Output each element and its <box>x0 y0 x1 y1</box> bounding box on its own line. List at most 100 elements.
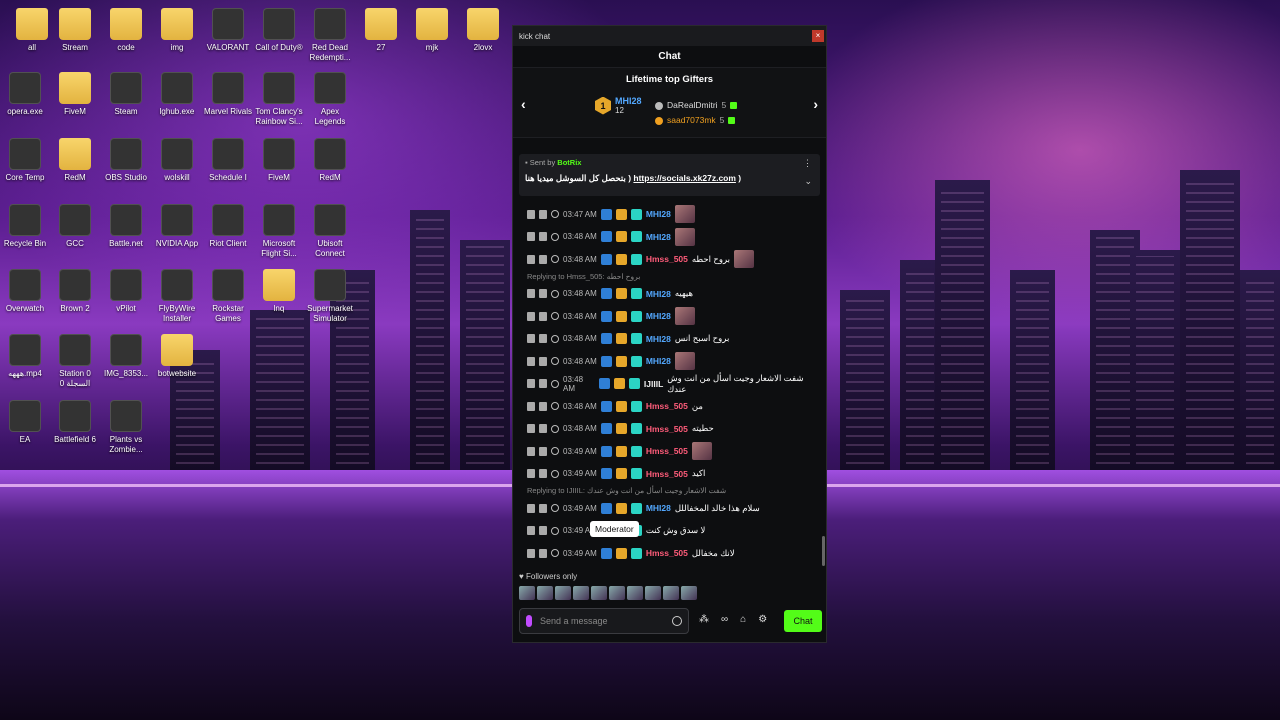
message-username[interactable]: MHI28 <box>646 289 671 299</box>
desktop-icon[interactable]: Tom Clancy's Rainbow Si... <box>254 68 304 127</box>
moderator-badge-icon[interactable] <box>600 423 612 434</box>
trash-icon[interactable] <box>527 356 535 366</box>
message-username[interactable]: MHI28 <box>646 503 671 513</box>
avatar[interactable] <box>645 586 661 600</box>
ban-icon[interactable] <box>551 289 559 298</box>
timeout-icon[interactable] <box>539 379 547 388</box>
avatar[interactable] <box>519 586 535 600</box>
desktop-icon[interactable]: Core Temp <box>0 134 50 183</box>
chevron-left-icon[interactable]: ‹ <box>521 96 526 112</box>
desktop-icon[interactable]: Battle.net <box>101 200 151 249</box>
avatar[interactable] <box>681 586 697 600</box>
link-icon[interactable]: ∞ <box>721 614 728 625</box>
desktop-icon[interactable]: OBS Studio <box>101 134 151 183</box>
chat-message[interactable]: 03:49 AM MHI28 سلام هذا خالد المخفاللل <box>527 498 816 518</box>
desktop-icon[interactable]: هههه.mp4 <box>0 330 50 379</box>
store-icon[interactable]: ⌂ <box>740 614 746 625</box>
desktop-icon[interactable]: Call of Duty® <box>254 4 304 53</box>
desktop-icon[interactable]: Schedule I <box>203 134 253 183</box>
trash-icon[interactable] <box>527 232 535 241</box>
more-options-icon[interactable]: ⋮ <box>803 158 812 169</box>
timeout-icon[interactable] <box>539 209 547 219</box>
desktop-icon[interactable]: wolskill <box>152 134 202 183</box>
message-username[interactable]: MHI28 <box>646 311 671 321</box>
message-username[interactable]: Hmss_505 <box>646 548 688 558</box>
top-gifter-3[interactable]: saad7073mk 5 <box>655 113 737 128</box>
avatar[interactable] <box>573 586 589 600</box>
message-composer[interactable]: Send a message <box>519 608 689 634</box>
trash-icon[interactable] <box>527 548 535 558</box>
desktop-icon[interactable]: RedM <box>305 134 355 183</box>
moderator-badge-icon[interactable] <box>600 333 612 344</box>
moderator-badge-icon[interactable] <box>600 468 612 479</box>
trash-icon[interactable] <box>527 334 535 343</box>
timeout-icon[interactable] <box>539 503 547 513</box>
ban-icon[interactable] <box>551 549 559 557</box>
chat-message[interactable]: 03:48 AM MHI28 <box>527 351 816 371</box>
desktop-icon[interactable]: GCC <box>50 200 100 249</box>
desktop-icon[interactable]: Red Dead Redempti... <box>305 4 355 63</box>
desktop-icon[interactable]: FlyByWire Installer <box>152 265 202 324</box>
desktop-icon[interactable]: lnq <box>254 265 304 314</box>
trash-icon[interactable] <box>527 424 535 433</box>
timeout-icon[interactable] <box>539 401 547 411</box>
timeout-icon[interactable] <box>539 232 547 241</box>
chat-message[interactable]: 03:48 AM IJIIIL شفت الاشعار وجيت اسأل من ا… <box>527 373 816 394</box>
moderator-badge-icon[interactable] <box>600 547 612 559</box>
desktop-icon[interactable]: Overwatch <box>0 265 50 314</box>
timeout-icon[interactable] <box>539 334 547 343</box>
ban-icon[interactable] <box>551 357 559 365</box>
avatar[interactable] <box>609 586 625 600</box>
desktop-icon[interactable]: Apex Legends <box>305 68 355 127</box>
chat-message[interactable]: 03:49 AM Hmss_505 <box>527 441 816 461</box>
moderator-badge-icon[interactable] <box>600 445 612 457</box>
desktop-icon[interactable]: IMG_8353... <box>101 330 151 379</box>
desktop-icon[interactable]: mjk <box>407 4 457 53</box>
avatar[interactable] <box>555 586 571 600</box>
ban-icon[interactable] <box>551 312 559 320</box>
desktop-icon[interactable]: Brown 2 <box>50 265 100 314</box>
ban-icon[interactable] <box>551 379 559 388</box>
ban-icon[interactable] <box>551 469 559 478</box>
desktop-icon[interactable]: Recycle Bin <box>0 200 50 249</box>
avatar[interactable] <box>627 586 643 600</box>
timeout-icon[interactable] <box>539 548 547 558</box>
chat-message[interactable]: 03:49 AM لا سدق وش كنت <box>527 521 816 541</box>
timeout-icon[interactable] <box>539 469 547 478</box>
trash-icon[interactable] <box>527 446 535 456</box>
chat-message[interactable]: 03:48 AM Hmss_505 من <box>527 396 816 416</box>
window-titlebar[interactable]: kick chat × <box>513 26 826 46</box>
message-username[interactable]: Hmss_505 <box>646 401 688 411</box>
trash-icon[interactable] <box>527 503 535 513</box>
desktop-icon[interactable]: Riot Client <box>203 200 253 249</box>
moderator-badge-icon[interactable] <box>600 231 612 242</box>
chevron-down-icon[interactable]: ⌄ <box>804 176 812 187</box>
desktop-icon[interactable]: 2lovx <box>458 4 508 53</box>
trash-icon[interactable] <box>527 526 535 535</box>
mic-icon[interactable] <box>526 615 532 627</box>
desktop-icon[interactable]: Rockstar Games <box>203 265 253 324</box>
pinned-link[interactable]: https://socials.xk27z.com <box>633 173 736 183</box>
desktop-icon[interactable]: Stream <box>50 4 100 53</box>
timeout-icon[interactable] <box>539 289 547 298</box>
message-username[interactable]: Hmss_505 <box>646 469 688 479</box>
desktop-icon[interactable]: lghub.exe <box>152 68 202 117</box>
close-icon[interactable]: × <box>812 30 824 42</box>
moderator-badge-icon[interactable] <box>600 288 612 299</box>
trash-icon[interactable] <box>527 254 535 264</box>
chat-message[interactable]: 03:48 AM MHI28 <box>527 306 816 326</box>
timeout-icon[interactable] <box>539 526 547 535</box>
desktop-icon[interactable]: FiveM <box>50 68 100 117</box>
message-username[interactable]: Hmss_505 <box>646 446 688 456</box>
moderator-badge-icon[interactable] <box>600 355 612 367</box>
ban-icon[interactable] <box>551 210 559 218</box>
pinned-message[interactable]: ▪ Sent by BotRix بتحصل كل السوشل ميديا ه… <box>519 154 820 196</box>
ban-icon[interactable] <box>551 526 559 535</box>
ban-icon[interactable] <box>551 334 559 343</box>
trash-icon[interactable] <box>527 311 535 321</box>
timeout-icon[interactable] <box>539 446 547 456</box>
chat-message[interactable]: 03:48 AM Hmss_505 بروح احطه <box>527 249 816 269</box>
chat-message[interactable]: 03:47 AM MHI28 <box>527 204 816 224</box>
message-username[interactable]: MHI28 <box>646 209 671 219</box>
avatar[interactable] <box>591 586 607 600</box>
